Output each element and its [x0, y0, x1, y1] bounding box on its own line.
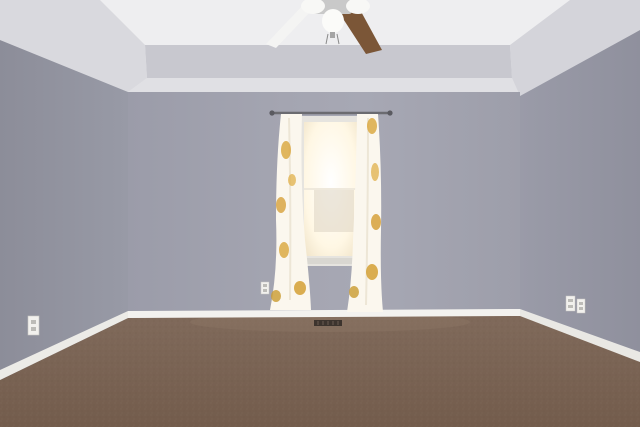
- window: [300, 116, 362, 266]
- outlet-left-wall: [27, 315, 40, 336]
- room-illustration: [0, 0, 640, 427]
- floor-vent: [314, 320, 342, 326]
- flower-pattern: [294, 281, 306, 295]
- window-sill: [302, 258, 360, 264]
- rod-finial-left: [269, 110, 275, 116]
- flower-pattern: [281, 141, 291, 159]
- flower-pattern: [271, 290, 281, 302]
- flower-pattern: [366, 264, 378, 280]
- rod-finial-right: [387, 110, 393, 116]
- window-outside-tree: [314, 190, 354, 232]
- fan-switch-housing: [330, 32, 335, 38]
- flower-pattern: [371, 163, 379, 181]
- flower-pattern: [288, 174, 296, 186]
- fan-light-globe: [322, 9, 344, 33]
- tray-soffit-front: [145, 45, 512, 78]
- outlet-back-wall: [260, 281, 270, 295]
- room-photo: [0, 0, 640, 427]
- flower-pattern: [349, 286, 359, 298]
- flower-pattern: [371, 214, 381, 230]
- flower-pattern: [367, 118, 377, 134]
- flower-pattern: [276, 197, 286, 213]
- flower-pattern: [279, 242, 289, 258]
